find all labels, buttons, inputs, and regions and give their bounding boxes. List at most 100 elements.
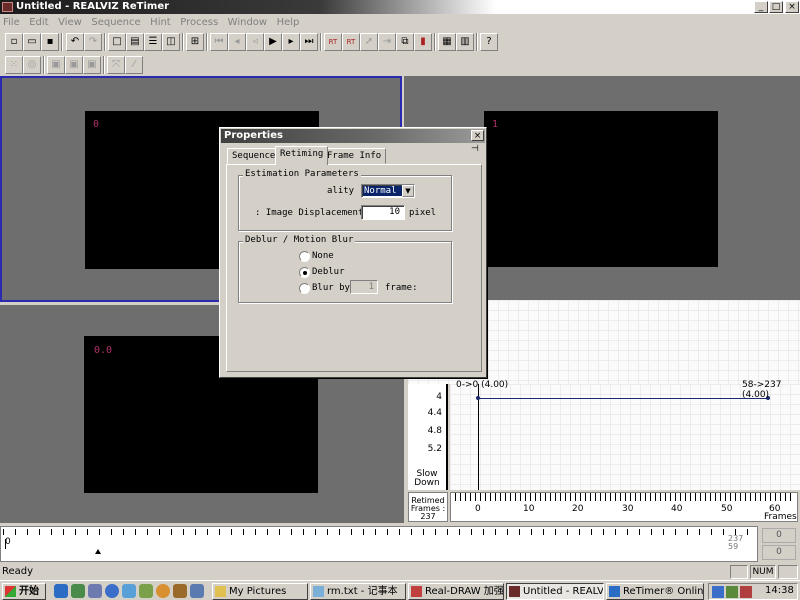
quicklaunch-icon[interactable] (105, 584, 119, 598)
chevron-down-icon[interactable]: ▼ (402, 185, 414, 197)
tab-sequence[interactable]: Sequence (227, 148, 281, 164)
x-tick: 40 (671, 504, 683, 514)
maximize-button[interactable]: □ (769, 1, 783, 13)
displacement-input[interactable]: 10 (361, 205, 405, 220)
radio-deblur[interactable] (299, 267, 310, 278)
quicklaunch-icon[interactable] (71, 584, 85, 598)
properties-icon[interactable]: ▦ (438, 33, 456, 51)
render-icon[interactable]: ▮ (414, 33, 432, 51)
status-panel (730, 565, 748, 579)
open-folder-icon[interactable]: ▭ (23, 33, 41, 51)
close-button[interactable]: × (785, 1, 799, 13)
timeline-marker-icon[interactable] (95, 549, 101, 554)
task-label: Real-DRAW 加强... (425, 586, 504, 597)
quicklaunch-icon[interactable] (122, 584, 136, 598)
transform-icon[interactable]: ⤧ (107, 56, 125, 74)
task-label: Untitled - REALVI... (523, 586, 604, 597)
timeline[interactable]: 0 237 59 (0, 526, 758, 562)
quicklaunch-icon[interactable] (190, 584, 204, 598)
target-icon[interactable]: ◎ (23, 56, 41, 74)
timeline-spin-top[interactable]: 0 (762, 528, 796, 543)
task-real-draw[interactable]: Real-DRAW 加强... (408, 583, 504, 600)
undo-icon[interactable]: ↶ (66, 33, 84, 51)
clock[interactable]: 14:38 (765, 585, 794, 596)
pin-icon[interactable]: ⊣ (471, 144, 479, 154)
retiming-curve-area[interactable]: 0->0 (4.00) 58->237 (4.00) (450, 380, 800, 490)
ie-icon[interactable] (54, 584, 68, 598)
retime-all-icon[interactable]: RT (342, 33, 360, 51)
two-view-icon[interactable]: ▤ (126, 33, 144, 51)
quicklaunch-icon[interactable] (156, 584, 170, 598)
three-view-icon[interactable]: ☰ (144, 33, 162, 51)
menu-file[interactable]: File (0, 15, 23, 31)
task-retimer[interactable]: Untitled - REALVI... (506, 583, 604, 600)
curve-keypoint[interactable] (476, 396, 480, 400)
save-icon[interactable]: ▪ (41, 33, 59, 51)
tab-frame-info[interactable]: Frame Info (322, 148, 387, 164)
hint-copy-icon[interactable]: ⧉ (396, 33, 414, 51)
dialog-close-button[interactable]: × (471, 130, 484, 141)
task-notepad[interactable]: rm.txt - 记事本 (310, 583, 406, 600)
y-tick: 4.4 (427, 408, 442, 418)
first-frame-icon[interactable]: ⏮ (210, 33, 228, 51)
quicklaunch-icon[interactable] (139, 584, 153, 598)
blur-frames-input[interactable]: 1 (350, 280, 378, 294)
prev-frame-icon[interactable]: ◂ (228, 33, 246, 51)
tab-panel: Estimation Parameters ality Normal ▼ : I… (226, 164, 482, 372)
hint-move-icon[interactable]: ⇥ (378, 33, 396, 51)
windows-logo-icon (5, 586, 16, 597)
frame-number: 0 (93, 119, 100, 130)
menu-help[interactable]: Help (274, 15, 303, 31)
frames-axis: 0 10 20 30 40 50 60 Frames (450, 492, 798, 522)
menu-window[interactable]: Window (225, 15, 270, 31)
task-my-pictures[interactable]: My Pictures (212, 583, 308, 600)
magic-wand-icon[interactable]: ⁄ (125, 56, 143, 74)
folder-icon (215, 586, 226, 597)
tray-icon[interactable] (740, 586, 752, 598)
app-icon[interactable] (2, 2, 13, 12)
next-frame-icon[interactable]: ▸ (282, 33, 300, 51)
retimer-icon (509, 586, 520, 597)
quad-view-icon[interactable]: ⊞ (186, 33, 204, 51)
timeline-spin-bottom[interactable]: 0 (762, 545, 796, 560)
quicklaunch-icon[interactable] (88, 584, 102, 598)
play-icon[interactable]: ▶ (264, 33, 282, 51)
help-icon[interactable]: ? (480, 33, 498, 51)
quicklaunch-icon[interactable] (173, 584, 187, 598)
tab-retiming[interactable]: Retiming (275, 146, 329, 165)
menu-process[interactable]: Process (177, 15, 221, 31)
last-frame-icon[interactable]: ⏭ (300, 33, 318, 51)
menu-sequence[interactable]: Sequence (88, 15, 143, 31)
grid-select-icon[interactable]: ⁙ (5, 56, 23, 74)
redo-icon[interactable]: ↷ (84, 33, 102, 51)
start-button[interactable]: 开始 (2, 583, 46, 600)
x-tick: 50 (721, 504, 733, 514)
layout-icon[interactable]: ▥ (456, 33, 474, 51)
single-view-icon[interactable]: □ (108, 33, 126, 51)
view-c-icon[interactable]: ▣ (83, 56, 101, 74)
menu-edit[interactable]: Edit (26, 15, 51, 31)
deblur-group: Deblur / Motion Blur None Deblur Blur by… (238, 235, 452, 303)
view-a-icon[interactable]: ▣ (47, 56, 65, 74)
retime-icon[interactable]: RT (324, 33, 342, 51)
volume-icon[interactable] (712, 586, 724, 598)
menu-view[interactable]: View (55, 15, 85, 31)
displacement-unit: pixel (409, 208, 437, 218)
menu-hint[interactable]: Hint (147, 15, 174, 31)
estimation-group: Estimation Parameters ality Normal ▼ : I… (238, 169, 452, 231)
tray-icon[interactable] (726, 586, 738, 598)
axis-ticks (455, 493, 795, 501)
toolbar-separator (182, 33, 184, 51)
step-back-icon[interactable]: ◃ (246, 33, 264, 51)
task-retimer-online[interactable]: ReTimer® Online ... (606, 583, 704, 600)
view-b-icon[interactable]: ▣ (65, 56, 83, 74)
radio-blur-by[interactable] (299, 283, 310, 294)
radio-none[interactable] (299, 251, 310, 262)
minimize-button[interactable]: _ (754, 1, 768, 13)
num-lock-indicator: NUM (750, 565, 776, 579)
quality-select[interactable]: Normal ▼ (361, 184, 415, 198)
new-file-icon[interactable]: ▫ (5, 33, 23, 51)
split-view-icon[interactable]: ◫ (162, 33, 180, 51)
hint-pointer-icon[interactable]: ➚ (360, 33, 378, 51)
dialog-title-bar[interactable]: Properties (221, 129, 485, 143)
